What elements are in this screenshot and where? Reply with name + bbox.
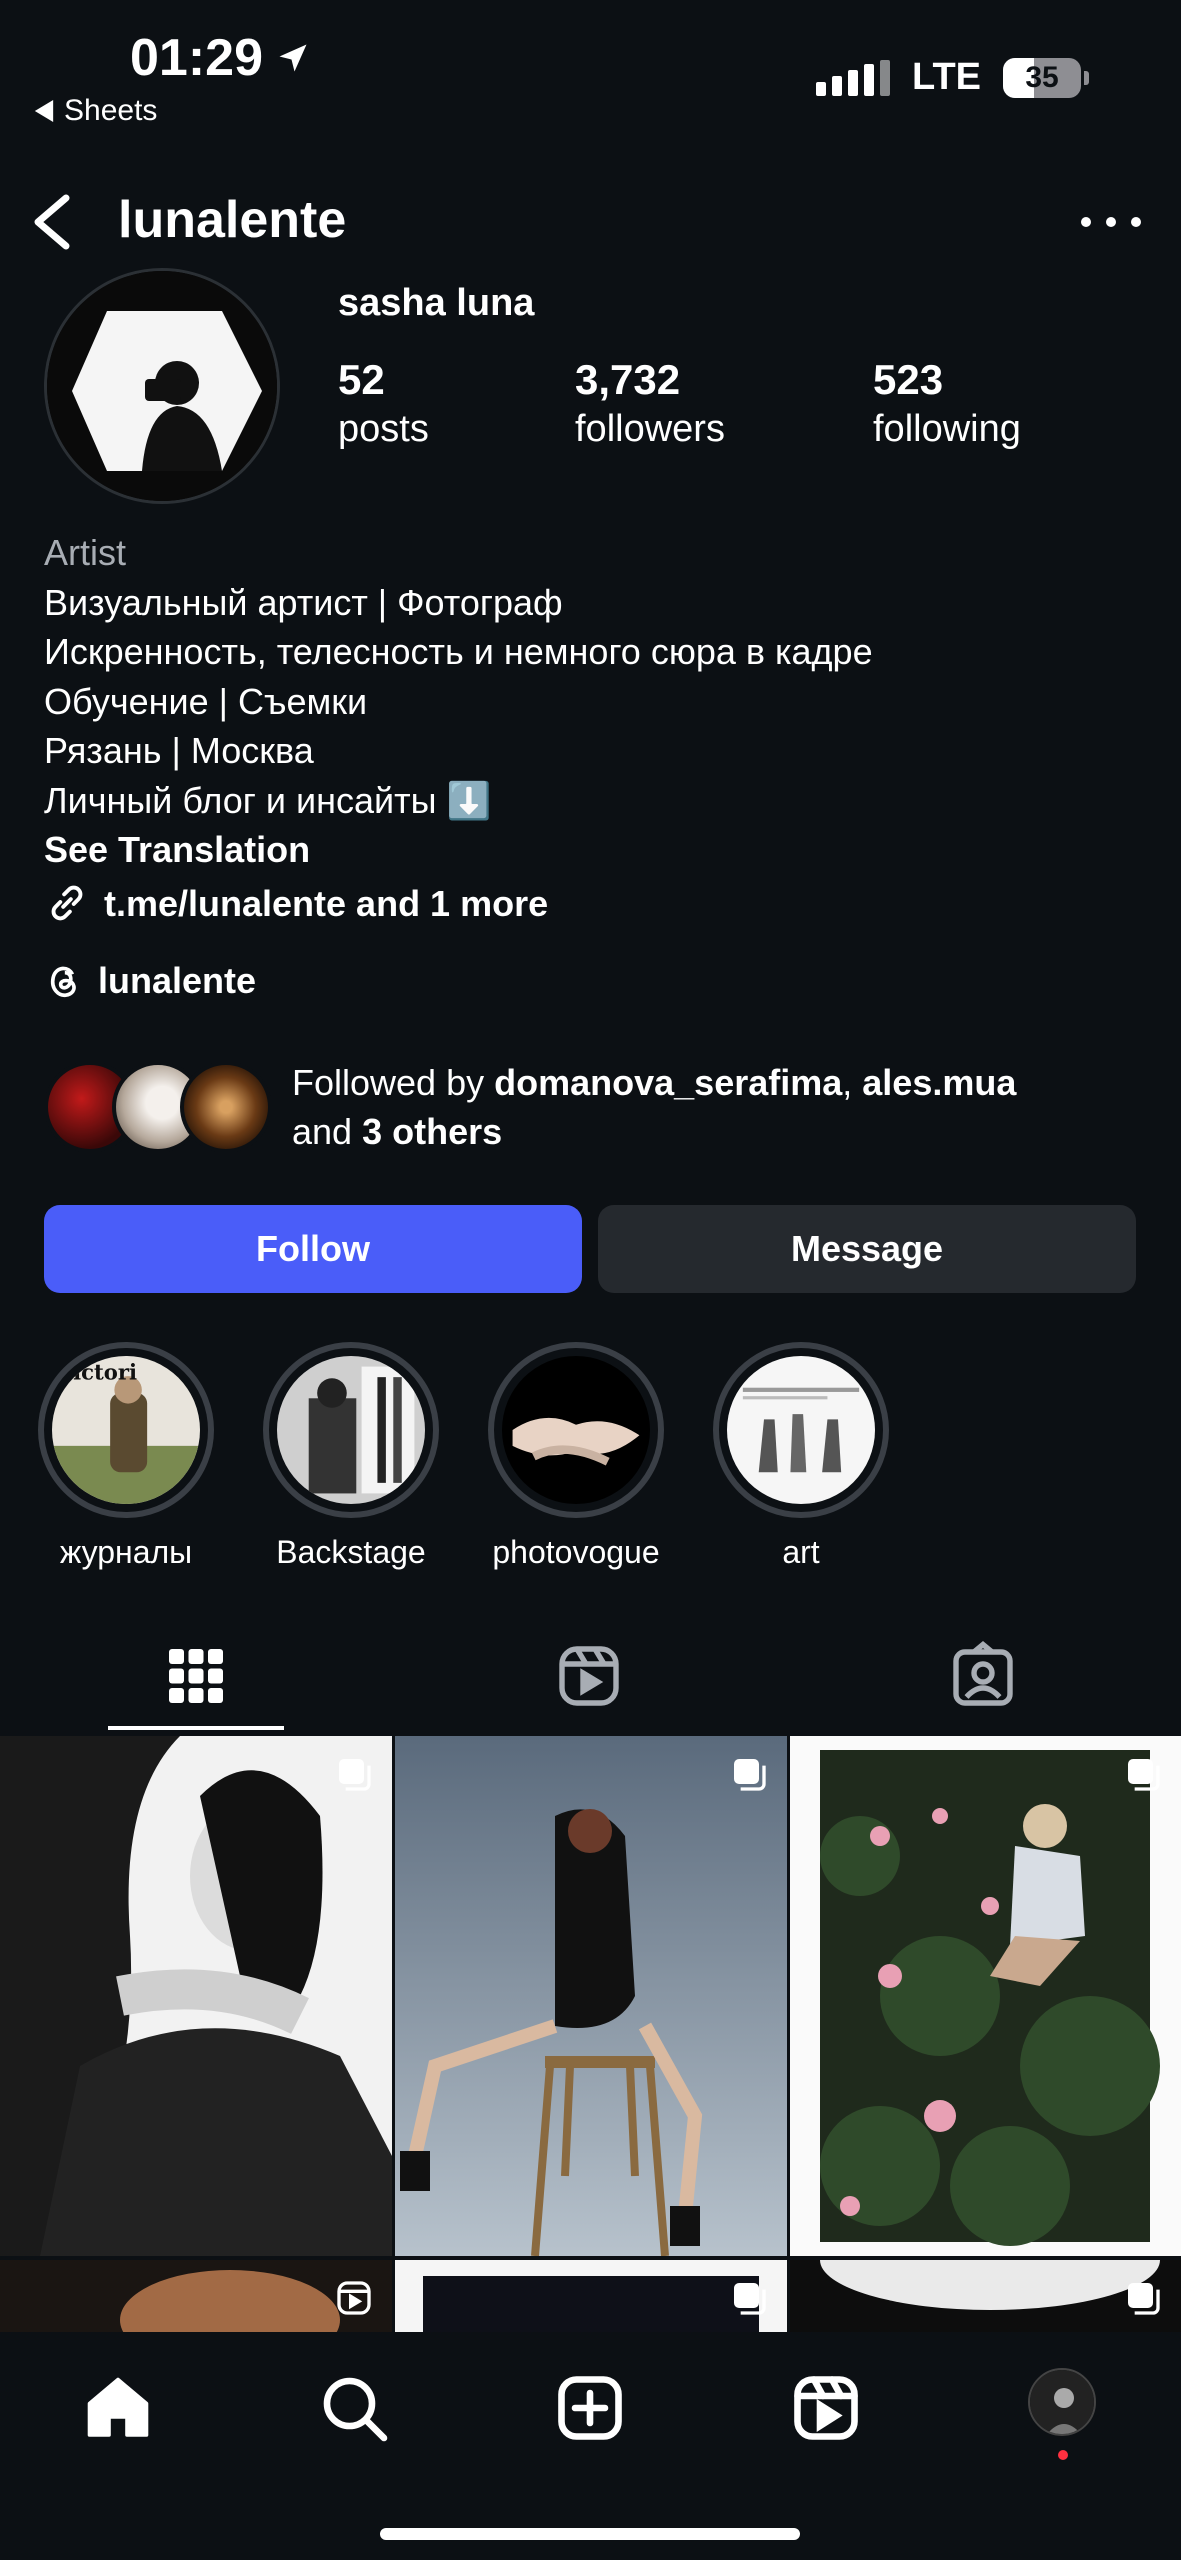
highlight-label: журналы xyxy=(59,1534,193,1570)
posts-stat[interactable]: 52 posts xyxy=(338,356,429,451)
profile-bio: Artist Визуальный артист | Фотограф Искр… xyxy=(44,528,873,928)
highlight-cover xyxy=(277,1356,425,1504)
signal-icon xyxy=(816,59,891,96)
post-thumbnail[interactable] xyxy=(790,2260,1181,2332)
back-app-label: Sheets xyxy=(64,94,158,127)
multiple-posts-icon xyxy=(1128,2283,1160,2315)
mutual-avatars xyxy=(44,1061,274,1153)
profile-avatar[interactable] xyxy=(44,268,280,504)
multiple-posts-icon xyxy=(734,2283,766,2315)
profile-header: lunalente xyxy=(0,180,1181,264)
following-stat[interactable]: 523 following xyxy=(873,356,1021,451)
bio-line: Обучение | Съемки xyxy=(44,680,368,722)
network-type: LTE xyxy=(912,56,981,98)
see-translation-link[interactable]: See Translation xyxy=(44,825,873,875)
highlight-cover: ictori xyxy=(52,1356,200,1504)
post-thumbnail[interactable] xyxy=(395,1736,787,2256)
post-thumbnail[interactable] xyxy=(790,1736,1181,2256)
display-name: sasha luna xyxy=(338,282,535,324)
reels-tab-icon[interactable] xyxy=(553,1640,625,1712)
following-label: following xyxy=(873,408,1021,450)
highlight-item[interactable]: Backstage xyxy=(263,1342,439,1571)
multiple-posts-icon xyxy=(1128,1759,1160,1791)
followers-label: followers xyxy=(575,408,725,450)
profile-avatar-nav[interactable] xyxy=(1028,2368,1096,2436)
following-count: 523 xyxy=(873,356,944,403)
posts-grid xyxy=(0,1736,1181,2332)
follow-button[interactable]: Follow xyxy=(44,1205,582,1293)
followed-by-text: Followed by domanova_serafima, ales.mua … xyxy=(292,1062,1017,1152)
bio-line: Личный блог и инсайты ⬇️ xyxy=(44,779,492,821)
highlight-item[interactable]: photovogue xyxy=(488,1342,664,1571)
threads-icon xyxy=(50,966,76,998)
highlight-item[interactable]: ictori журналы xyxy=(38,1342,214,1571)
status-time: 01:29 xyxy=(130,28,311,88)
post-thumbnail[interactable] xyxy=(0,2260,392,2332)
profile-tabs xyxy=(0,1620,1181,1736)
highlight-label: Backstage xyxy=(276,1534,426,1570)
status-indicators: LTE 35 xyxy=(816,56,1089,99)
svg-text:ictori: ictori xyxy=(73,1359,137,1384)
profile-username: lunalente xyxy=(118,191,347,249)
profile-category: Artist xyxy=(44,532,127,573)
bio-line: Рязань | Москва xyxy=(44,730,314,771)
bio-line: Искренность, телесность и немного сюра в… xyxy=(44,631,873,672)
multiple-posts-icon xyxy=(339,1759,371,1791)
bio-line: Визуальный артист | Фотограф xyxy=(44,581,563,623)
reels-icon[interactable] xyxy=(790,2372,862,2444)
back-to-app-link[interactable]: Sheets xyxy=(34,94,157,128)
tagged-icon[interactable] xyxy=(947,1640,1019,1712)
threads-link[interactable]: lunalente xyxy=(44,960,256,1002)
back-chevron-icon[interactable] xyxy=(30,194,74,250)
threads-username: lunalente xyxy=(98,960,257,1001)
followers-stat[interactable]: 3,732 followers xyxy=(575,356,725,451)
grid-icon[interactable] xyxy=(160,1640,232,1712)
multiple-posts-icon xyxy=(734,1759,766,1791)
home-indicator[interactable] xyxy=(380,2528,800,2540)
active-tab-indicator xyxy=(108,1726,284,1730)
highlight-cover xyxy=(502,1356,650,1504)
posts-label: posts xyxy=(338,408,429,450)
post-thumbnail[interactable] xyxy=(395,2260,787,2332)
message-button[interactable]: Message xyxy=(598,1205,1136,1293)
create-icon[interactable] xyxy=(554,2372,626,2444)
reel-post-icon xyxy=(337,2281,371,2315)
highlight-label: photovogue xyxy=(492,1534,660,1570)
highlight-item[interactable]: art xyxy=(713,1342,889,1571)
home-icon[interactable] xyxy=(82,2372,154,2444)
mutual-avatar xyxy=(180,1061,272,1153)
search-icon[interactable] xyxy=(318,2372,390,2444)
followed-by-row[interactable]: Followed by domanova_serafima, ales.mua … xyxy=(44,1058,1016,1156)
location-arrow-icon xyxy=(279,44,307,72)
link-icon xyxy=(51,886,83,921)
battery-level: 35 xyxy=(1025,60,1059,94)
external-link-text: t.me/lunalente and 1 more xyxy=(104,882,549,924)
posts-count: 52 xyxy=(338,356,385,403)
bottom-navigation xyxy=(0,2332,1181,2560)
status-bar: 01:29 Sheets LTE 35 xyxy=(0,0,1181,160)
post-thumbnail[interactable] xyxy=(0,1736,392,2256)
back-triangle-icon xyxy=(34,100,54,122)
more-options-icon[interactable] xyxy=(1081,202,1141,242)
highlight-label: art xyxy=(782,1534,820,1570)
mutual-username[interactable]: ales.mua xyxy=(862,1062,1016,1103)
external-link[interactable]: t.me/lunalente and 1 more xyxy=(44,879,873,929)
mutual-username[interactable]: domanova_serafima xyxy=(494,1062,842,1103)
notification-dot xyxy=(1058,2450,1068,2460)
highlight-cover xyxy=(727,1356,875,1504)
mutual-others[interactable]: 3 others xyxy=(362,1111,502,1152)
followers-count: 3,732 xyxy=(575,356,681,403)
battery-icon: 35 xyxy=(1003,57,1089,98)
